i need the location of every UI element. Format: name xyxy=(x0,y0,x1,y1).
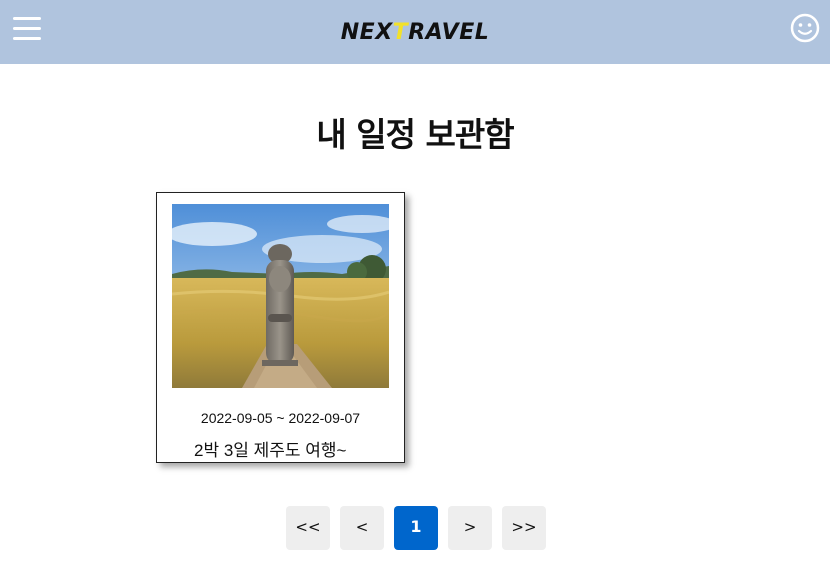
pagination-page-1-button[interactable]: 1 xyxy=(394,506,438,550)
logo-text-highlight: T xyxy=(392,20,409,45)
logo-text-suffix: RAVEL xyxy=(408,20,490,45)
schedule-dates: 2022-09-05 ~ 2022-09-07 xyxy=(200,410,361,426)
pagination-prev-button[interactable]: < xyxy=(340,506,384,550)
brand-logo[interactable]: NEXTRAVEL xyxy=(0,0,830,64)
top-header: NEXTRAVEL xyxy=(0,0,830,64)
page-title: 내 일정 보관함 xyxy=(316,115,514,154)
pagination-next-button[interactable]: > xyxy=(448,506,492,550)
schedule-thumbnail-image xyxy=(172,204,389,388)
logo-text-prefix: NEX xyxy=(340,20,393,45)
smiley-face-icon[interactable] xyxy=(790,13,820,43)
pagination-last-button[interactable]: >> xyxy=(502,506,546,550)
schedule-card[interactable]: 2022-09-05 ~ 2022-09-07 2박 3일 제주도 여행~ xyxy=(156,192,405,463)
pagination-first-button[interactable]: << xyxy=(286,506,330,550)
schedule-name: 2박 3일 제주도 여행~ xyxy=(194,441,347,460)
